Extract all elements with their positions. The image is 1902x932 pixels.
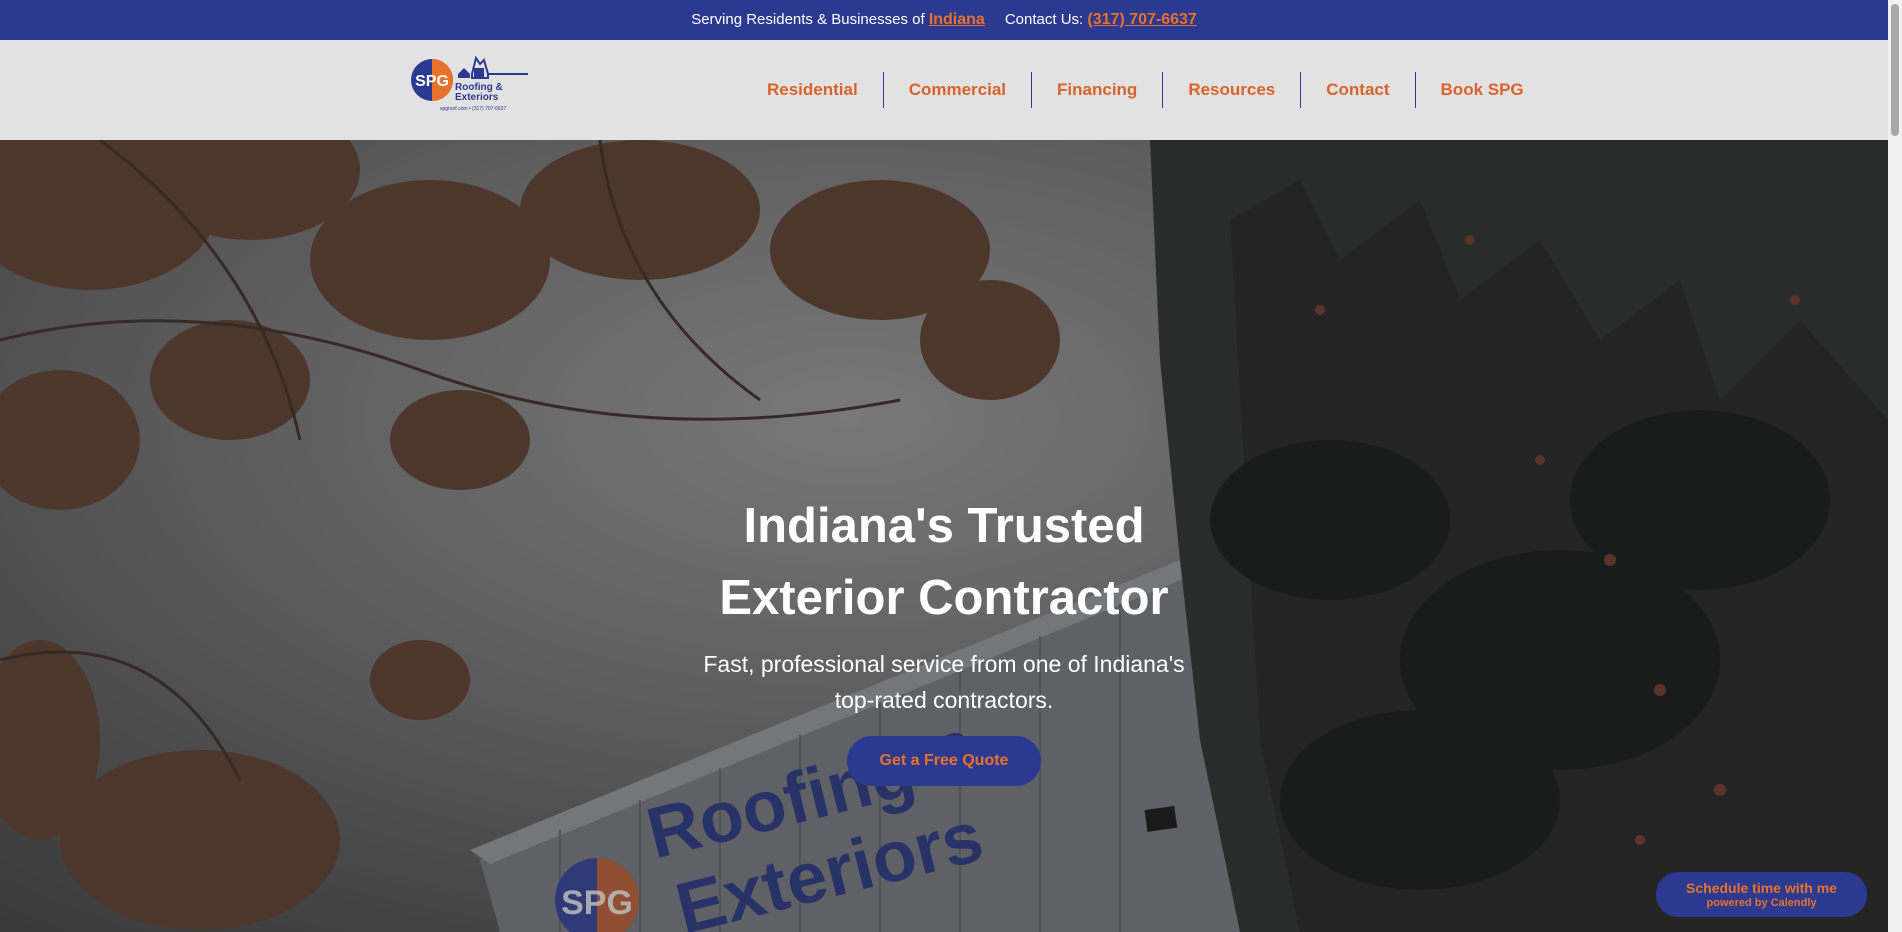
- hero-title-line-2: Exterior Contractor: [719, 571, 1169, 625]
- phone-link[interactable]: (317) 707-6637: [1087, 11, 1196, 28]
- nav-contact[interactable]: Contact: [1301, 72, 1414, 108]
- announcement-bar: Serving Residents & Businesses of Indian…: [0, 0, 1888, 40]
- scrollbar-thumb[interactable]: [1891, 4, 1899, 136]
- main-nav: Residential Commercial Financing Resourc…: [742, 71, 1549, 109]
- contact-text: Contact Us: (317) 707-6637: [1005, 11, 1197, 29]
- free-quote-button[interactable]: Get a Free Quote: [846, 736, 1042, 786]
- hero-subtitle-line-2: top-rated contractors.: [834, 687, 1054, 713]
- hero-section: SPG Roofing & Exteriors Indiana's Truste…: [0, 140, 1888, 932]
- indiana-link[interactable]: Indiana: [929, 11, 985, 28]
- hero-subtitle: Fast, professional service from one of I…: [664, 646, 1224, 718]
- contact-label: Contact Us:: [1004, 11, 1084, 28]
- calendly-powered-by: powered by Calendly: [1706, 897, 1817, 909]
- spg-logo[interactable]: SPG Roofing & Exteriors spgroof.com • (3…: [410, 55, 530, 112]
- page-scrollbar[interactable]: [1888, 0, 1902, 932]
- svg-text:Exteriors: Exteriors: [455, 92, 499, 103]
- hero-content: Indiana's Trusted Exterior Contractor Fa…: [0, 490, 1888, 786]
- nav-residential[interactable]: Residential: [742, 72, 883, 108]
- svg-text:SPG: SPG: [415, 73, 449, 90]
- hero-subtitle-line-1: Fast, professional service from one of I…: [703, 651, 1185, 677]
- site-header: SPG Roofing & Exteriors spgroof.com • (3…: [0, 40, 1888, 140]
- nav-financing[interactable]: Financing: [1032, 72, 1162, 108]
- svg-text:spgroof.com • (317) 707-6637: spgroof.com • (317) 707-6637: [440, 106, 506, 112]
- nav-commercial[interactable]: Commercial: [884, 72, 1031, 108]
- serving-text: Serving Residents & Businesses of Indian…: [691, 11, 985, 29]
- calendly-title: Schedule time with me: [1686, 880, 1837, 896]
- nav-book-spg[interactable]: Book SPG: [1416, 72, 1549, 108]
- serving-label: Serving Residents & Businesses of: [691, 11, 925, 28]
- hero-title-line-1: Indiana's Trusted: [743, 499, 1145, 553]
- nav-resources[interactable]: Resources: [1163, 72, 1300, 108]
- calendly-badge[interactable]: Schedule time with me powered by Calendl…: [1656, 872, 1867, 917]
- hero-title: Indiana's Trusted Exterior Contractor: [684, 490, 1204, 634]
